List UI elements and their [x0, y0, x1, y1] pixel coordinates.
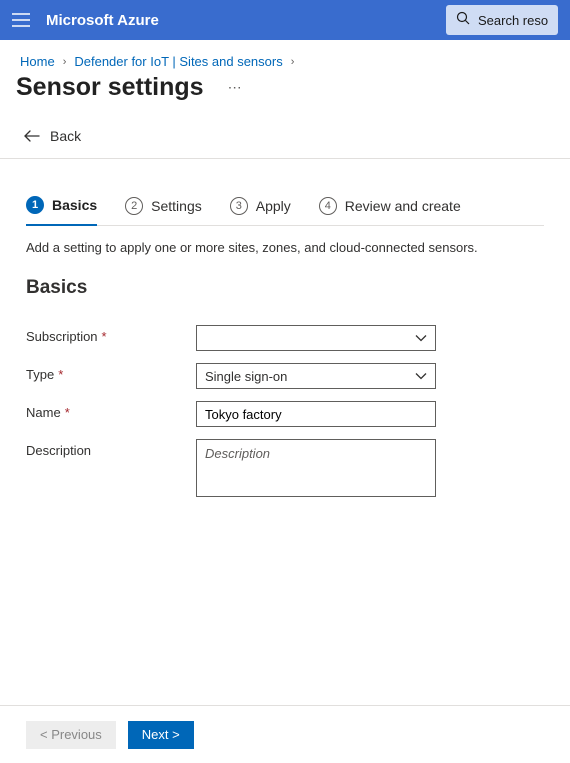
label-text: Subscription	[26, 329, 98, 344]
required-asterisk: *	[102, 329, 107, 344]
field-type: Type * Single sign-on	[26, 363, 544, 389]
wizard-tabs: 1 Basics 2 Settings 3 Apply 4 Review and…	[26, 190, 544, 226]
chevron-right-icon: ›	[291, 56, 295, 68]
arrow-left-icon	[24, 130, 40, 142]
tab-label: Settings	[151, 198, 202, 214]
description-textarea[interactable]	[205, 446, 427, 490]
wizard-footer: < Previous Next >	[0, 705, 570, 763]
name-input[interactable]	[205, 407, 427, 422]
required-asterisk: *	[65, 405, 70, 420]
tab-review-create[interactable]: 4 Review and create	[319, 190, 461, 225]
chevron-down-icon	[415, 369, 427, 384]
back-label: Back	[50, 128, 81, 144]
label-text: Description	[26, 443, 91, 458]
tab-apply[interactable]: 3 Apply	[230, 190, 291, 225]
breadcrumb-home[interactable]: Home	[20, 54, 55, 69]
previous-button[interactable]: < Previous	[26, 721, 116, 749]
page-title: Sensor settings	[16, 73, 204, 102]
tab-step-number: 2	[125, 197, 143, 215]
label-subscription: Subscription *	[26, 325, 196, 344]
tab-label: Apply	[256, 198, 291, 214]
chevron-down-icon	[415, 331, 427, 346]
global-search[interactable]	[446, 5, 558, 35]
tab-step-number: 4	[319, 197, 337, 215]
required-asterisk: *	[58, 367, 63, 382]
select-value: Single sign-on	[205, 369, 287, 384]
field-description: Description	[26, 439, 544, 497]
more-actions-button[interactable]: ⋯	[224, 75, 248, 100]
back-button[interactable]: Back	[0, 120, 570, 159]
label-text: Name	[26, 405, 61, 420]
subscription-select[interactable]	[196, 325, 436, 351]
breadcrumb-defender[interactable]: Defender for IoT | Sites and sensors	[74, 54, 282, 69]
type-select[interactable]: Single sign-on	[196, 363, 436, 389]
field-subscription: Subscription *	[26, 325, 544, 351]
name-input-wrap	[196, 401, 436, 427]
tab-label: Review and create	[345, 198, 461, 214]
page-header: Sensor settings ⋯	[0, 69, 570, 120]
tab-description: Add a setting to apply one or more sites…	[26, 226, 544, 277]
brand-label[interactable]: Microsoft Azure	[46, 12, 159, 29]
label-type: Type *	[26, 363, 196, 382]
content-area: 1 Basics 2 Settings 3 Apply 4 Review and…	[0, 160, 570, 705]
label-description: Description	[26, 439, 196, 458]
tab-basics[interactable]: 1 Basics	[26, 190, 97, 226]
tab-label: Basics	[52, 197, 97, 213]
search-icon	[456, 11, 470, 30]
tab-settings[interactable]: 2 Settings	[125, 190, 202, 225]
label-name: Name *	[26, 401, 196, 420]
section-heading: Basics	[26, 277, 544, 299]
chevron-right-icon: ›	[63, 56, 67, 68]
field-name: Name *	[26, 401, 544, 427]
label-text: Type	[26, 367, 54, 382]
next-button[interactable]: Next >	[128, 721, 194, 749]
description-wrap	[196, 439, 436, 497]
search-input[interactable]	[478, 13, 548, 28]
tab-step-number: 1	[26, 196, 44, 214]
top-bar: Microsoft Azure	[0, 0, 570, 40]
hamburger-icon[interactable]	[12, 13, 30, 27]
tab-step-number: 3	[230, 197, 248, 215]
breadcrumb: Home › Defender for IoT | Sites and sens…	[0, 40, 570, 69]
